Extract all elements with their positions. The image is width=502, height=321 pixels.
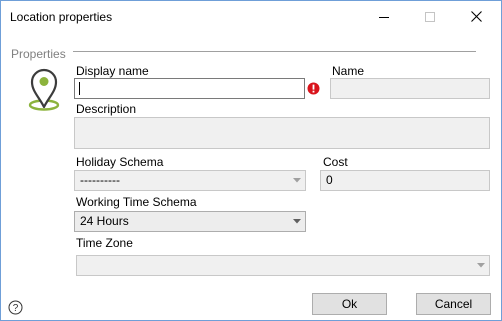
working-time-schema-dropdown[interactable]: 24 Hours — [74, 211, 306, 232]
holiday-schema-label: Holiday Schema — [76, 155, 164, 169]
location-pin-icon — [28, 68, 60, 111]
group-divider — [73, 51, 476, 53]
chevron-down-icon — [293, 178, 301, 183]
ok-button[interactable]: Ok — [312, 293, 387, 315]
holiday-schema-dropdown[interactable]: ---------- — [74, 170, 306, 191]
svg-text:?: ? — [13, 303, 19, 314]
name-label: Name — [332, 64, 365, 78]
working-time-schema-label: Working Time Schema — [76, 195, 197, 209]
cost-value: 0 — [326, 173, 333, 187]
time-zone-label: Time Zone — [76, 236, 133, 250]
text-caret — [79, 82, 80, 95]
display-name-input[interactable] — [74, 78, 305, 99]
minimize-button[interactable] — [361, 1, 407, 32]
location-properties-dialog: Location properties Properties Display n… — [0, 0, 502, 321]
description-field[interactable] — [74, 117, 490, 149]
description-label: Description — [76, 102, 137, 116]
group-label: Properties — [11, 47, 66, 61]
title-bar: Location properties — [1, 1, 501, 32]
chevron-down-icon — [293, 219, 301, 224]
minimize-icon — [379, 16, 389, 18]
time-zone-dropdown[interactable] — [76, 255, 490, 276]
close-button[interactable] — [453, 1, 499, 32]
holiday-schema-value: ---------- — [80, 173, 120, 187]
chevron-down-icon — [477, 263, 485, 268]
cancel-button[interactable]: Cancel — [416, 293, 491, 315]
error-icon — [307, 82, 320, 95]
maximize-icon — [425, 11, 435, 22]
close-icon — [470, 11, 482, 22]
display-name-label: Display name — [76, 64, 149, 78]
help-icon[interactable]: ? — [8, 300, 23, 315]
window-title: Location properties — [10, 10, 113, 24]
cost-label: Cost — [323, 155, 348, 169]
maximize-button[interactable] — [407, 1, 453, 32]
cost-field[interactable]: 0 — [320, 170, 490, 191]
name-field[interactable] — [330, 78, 490, 99]
working-time-schema-value: 24 Hours — [80, 214, 129, 228]
